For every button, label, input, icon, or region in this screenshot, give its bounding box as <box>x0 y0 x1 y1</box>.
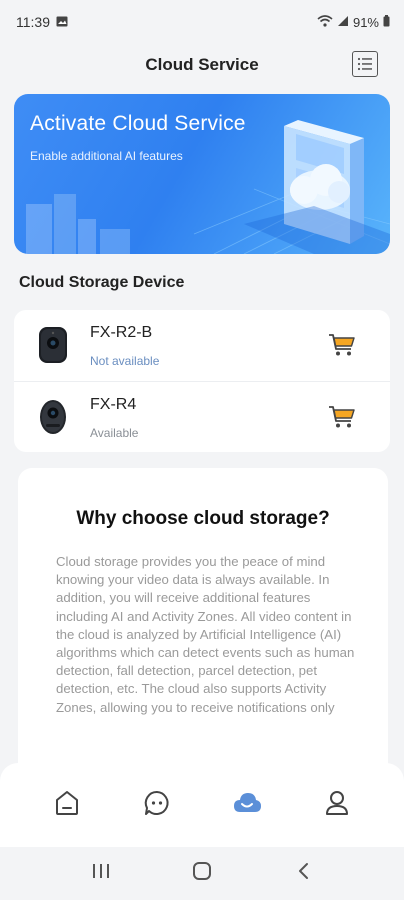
camera-icon <box>38 398 68 441</box>
nav-home[interactable] <box>37 775 97 835</box>
battery-level: 91% <box>352 14 379 30</box>
device-list: FX-R2-B Not available FX-R4 Available <box>14 310 390 452</box>
shopping-cart-icon[interactable] <box>328 404 356 435</box>
device-status: Available <box>90 426 139 440</box>
device-row[interactable]: FX-R4 Available <box>14 381 390 452</box>
battery-icon <box>383 14 390 30</box>
gallery-notification-icon <box>56 14 68 30</box>
home-button[interactable] <box>182 854 222 894</box>
banner-subtitle: Enable additional AI features <box>30 149 183 163</box>
device-name: FX-R4 <box>90 396 137 413</box>
why-cloud-card: Why choose cloud storage? Cloud storage … <box>18 468 388 788</box>
home-icon <box>53 789 81 822</box>
page-title: Cloud Service <box>145 55 259 74</box>
recent-apps-button[interactable] <box>81 854 121 894</box>
app-header: Cloud Service <box>0 44 404 86</box>
nav-cloud[interactable] <box>217 775 277 835</box>
device-status: Not available <box>90 354 160 368</box>
recent-apps-icon <box>92 863 110 884</box>
back-chevron-icon <box>297 862 309 885</box>
back-button[interactable] <box>283 854 323 894</box>
list-icon[interactable] <box>352 51 378 77</box>
camera-icon <box>38 326 68 369</box>
home-circle-icon <box>192 861 212 886</box>
nav-messages[interactable] <box>127 775 187 835</box>
activate-cloud-banner[interactable]: Activate Cloud Service Enable additional… <box>14 94 390 254</box>
section-title: Cloud Storage Device <box>19 274 185 291</box>
wifi-icon <box>317 14 333 30</box>
system-nav-bar <box>0 847 404 900</box>
status-bar: 11:39 91% <box>0 0 404 44</box>
device-name: FX-R2-B <box>90 324 153 341</box>
nav-profile[interactable] <box>307 775 367 835</box>
why-description: Cloud storage provides you the peace of … <box>56 554 355 715</box>
person-icon <box>324 789 350 822</box>
signal-icon <box>337 15 349 30</box>
chat-icon <box>143 789 171 822</box>
device-row[interactable]: FX-R2-B Not available <box>14 310 390 381</box>
status-time: 11:39 <box>16 14 50 30</box>
cloud-icon <box>232 790 262 821</box>
banner-title: Activate Cloud Service <box>30 112 246 135</box>
why-title: Why choose cloud storage? <box>76 508 330 529</box>
bottom-nav <box>0 763 404 847</box>
shopping-cart-icon[interactable] <box>328 332 356 363</box>
